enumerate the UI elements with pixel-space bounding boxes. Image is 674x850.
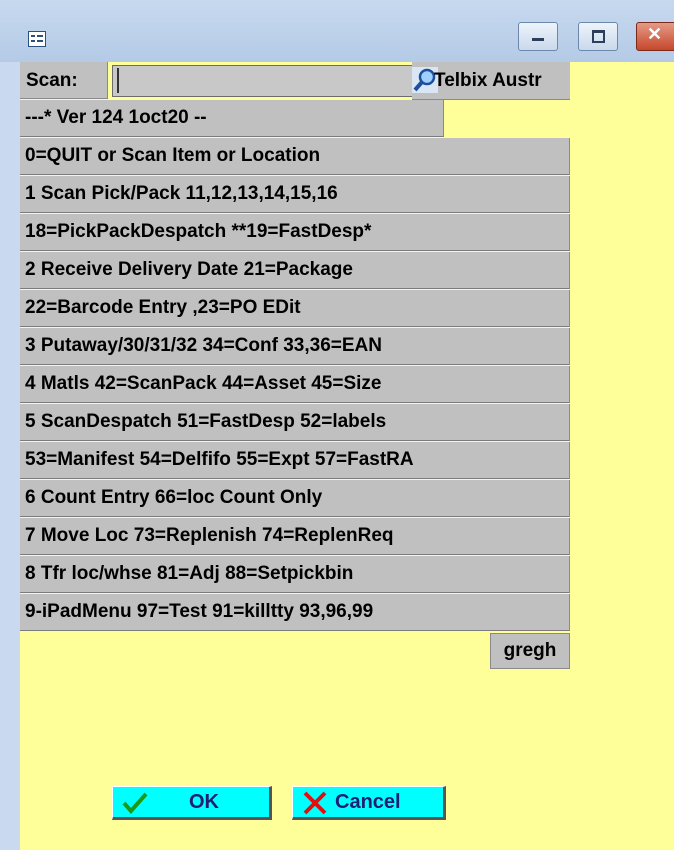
ok-button[interactable]: OK — [112, 786, 272, 820]
ok-label: OK — [189, 791, 219, 813]
company-lookup[interactable]: Telbix Austr — [412, 62, 570, 100]
user-name: gregh — [490, 633, 570, 669]
version-row: ---* Ver 124 1oct20 -- — [20, 100, 444, 137]
company-name: Telbix Austr — [434, 70, 542, 91]
menu-item-22[interactable]: 22=Barcode Entry ,23=PO EDit — [20, 290, 570, 327]
menu-item-2[interactable]: 2 Receive Delivery Date 21=Package — [20, 252, 570, 289]
menu-item-5[interactable]: 5 ScanDespatch 51=FastDesp 52=labels — [20, 404, 570, 441]
menu-item-6[interactable]: 6 Count Entry 66=loc Count Only — [20, 480, 570, 517]
x-icon — [303, 791, 327, 815]
menu-item-9[interactable]: 9-iPadMenu 97=Test 91=killtty 93,96,99 — [20, 594, 570, 631]
scan-input[interactable] — [123, 68, 412, 95]
menu-item-53[interactable]: 53=Manifest 54=Delfifo 55=Expt 57=FastRA — [20, 442, 570, 479]
menu-item-7[interactable]: 7 Move Loc 73=Replenish 74=ReplenReq — [20, 518, 570, 555]
menu-item-4[interactable]: 4 Matls 42=ScanPack 44=Asset 45=Size — [20, 366, 570, 403]
close-button[interactable] — [636, 22, 674, 51]
menu-item-1[interactable]: 1 Scan Pick/Pack 11,12,13,14,15,16 — [20, 176, 570, 213]
maximize-button[interactable] — [578, 22, 618, 51]
menu-item-8[interactable]: 8 Tfr loc/whse 81=Adj 88=Setpickbin — [20, 556, 570, 593]
checkmark-icon — [122, 792, 148, 815]
minimize-button[interactable] — [518, 22, 558, 51]
menu-item-3[interactable]: 3 Putaway/30/31/32 34=Conf 33,36=EAN — [20, 328, 570, 365]
menu-item-0[interactable]: 0=QUIT or Scan Item or Location — [20, 138, 570, 175]
menu-item-18[interactable]: 18=PickPackDespatch **19=FastDesp* — [20, 214, 570, 251]
title-bar[interactable] — [0, 0, 674, 62]
app-window-icon[interactable] — [28, 31, 46, 47]
scan-row: Scan: Telbix Austr — [20, 62, 570, 100]
cancel-button[interactable]: Cancel — [292, 786, 446, 820]
cancel-label: Cancel — [335, 791, 401, 813]
left-border — [0, 62, 20, 850]
scan-label: Scan: — [20, 62, 108, 99]
scan-field[interactable] — [112, 65, 416, 97]
